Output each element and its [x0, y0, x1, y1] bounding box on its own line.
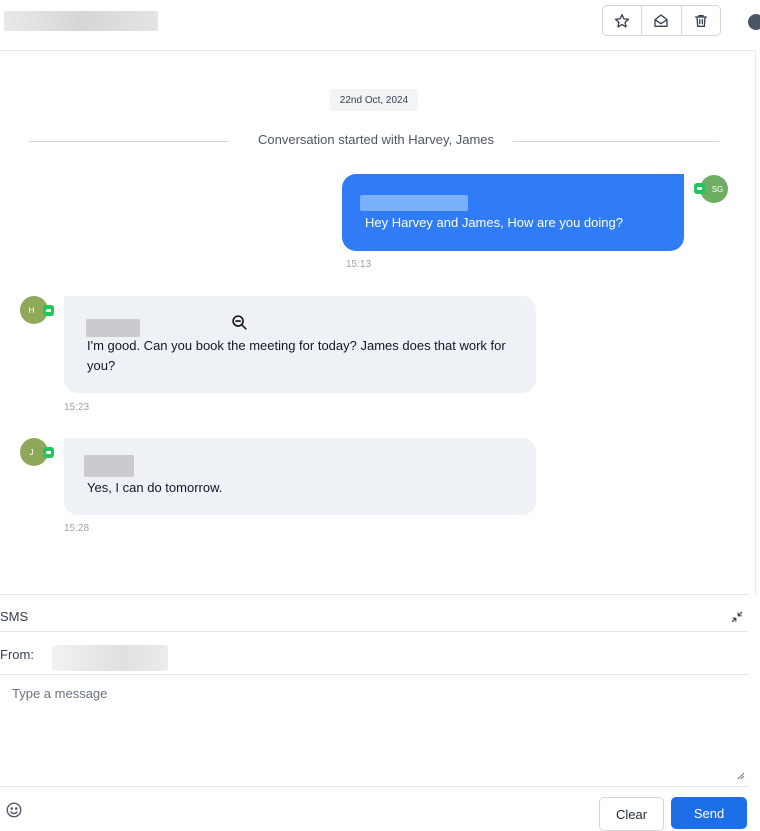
composer-bottom-divider — [0, 786, 748, 787]
send-button[interactable]: Send — [671, 797, 747, 829]
sender-name-redacted — [86, 319, 140, 337]
message-time: 15:13 — [346, 259, 372, 270]
composer-divider — [0, 594, 748, 595]
resize-handle-icon[interactable] — [737, 772, 745, 780]
header-actions — [602, 5, 721, 36]
mark-read-button[interactable] — [642, 6, 682, 35]
sms-channel-icon — [694, 183, 705, 194]
panel-border — [755, 50, 756, 595]
date-chip: 22nd Oct, 2024 — [330, 89, 418, 111]
avatar-initials: SG — [711, 184, 724, 194]
collapse-icon[interactable] — [730, 610, 744, 624]
message-time: 15:28 — [64, 523, 90, 534]
message-bubble-inbound — [64, 438, 536, 515]
message-input[interactable] — [0, 676, 746, 782]
sender-name-redacted — [360, 195, 468, 211]
sender-name-redacted — [84, 455, 134, 477]
from-number-field[interactable] — [52, 645, 168, 671]
star-icon — [615, 13, 630, 28]
sms-channel-icon — [43, 447, 54, 458]
message-text: Hey Harvey and James, How are you doing? — [365, 215, 623, 230]
message-time: 15:23 — [64, 402, 90, 413]
message-bubble-outbound — [342, 174, 684, 251]
channel-selector[interactable]: SMS — [0, 609, 28, 624]
zoom-out-cursor-icon — [232, 315, 247, 330]
delete-button[interactable] — [682, 6, 720, 35]
close-panel-button[interactable] — [748, 14, 760, 30]
clear-button[interactable]: Clear — [599, 797, 664, 831]
message-text: Yes, I can do tomorrow. — [87, 480, 223, 495]
trash-icon — [694, 14, 707, 27]
divider-right — [513, 141, 719, 142]
conversation-header — [0, 0, 760, 51]
avatar-initials: H — [28, 305, 35, 315]
sms-channel-icon — [43, 305, 54, 316]
composer-row-divider — [0, 674, 748, 675]
star-button[interactable] — [603, 6, 643, 35]
message-text: I'm good. Can you book the meeting for t… — [87, 338, 506, 373]
contact-name-redacted — [4, 11, 158, 31]
composer-row-divider — [0, 631, 748, 632]
from-label: From: — [0, 647, 34, 662]
avatar-initials: J — [29, 447, 34, 457]
conversation-started-text: Conversation started with Harvey, James — [257, 132, 495, 147]
envelope-open-icon — [654, 13, 669, 27]
emoji-icon[interactable] — [5, 801, 23, 819]
divider-left — [29, 141, 229, 142]
